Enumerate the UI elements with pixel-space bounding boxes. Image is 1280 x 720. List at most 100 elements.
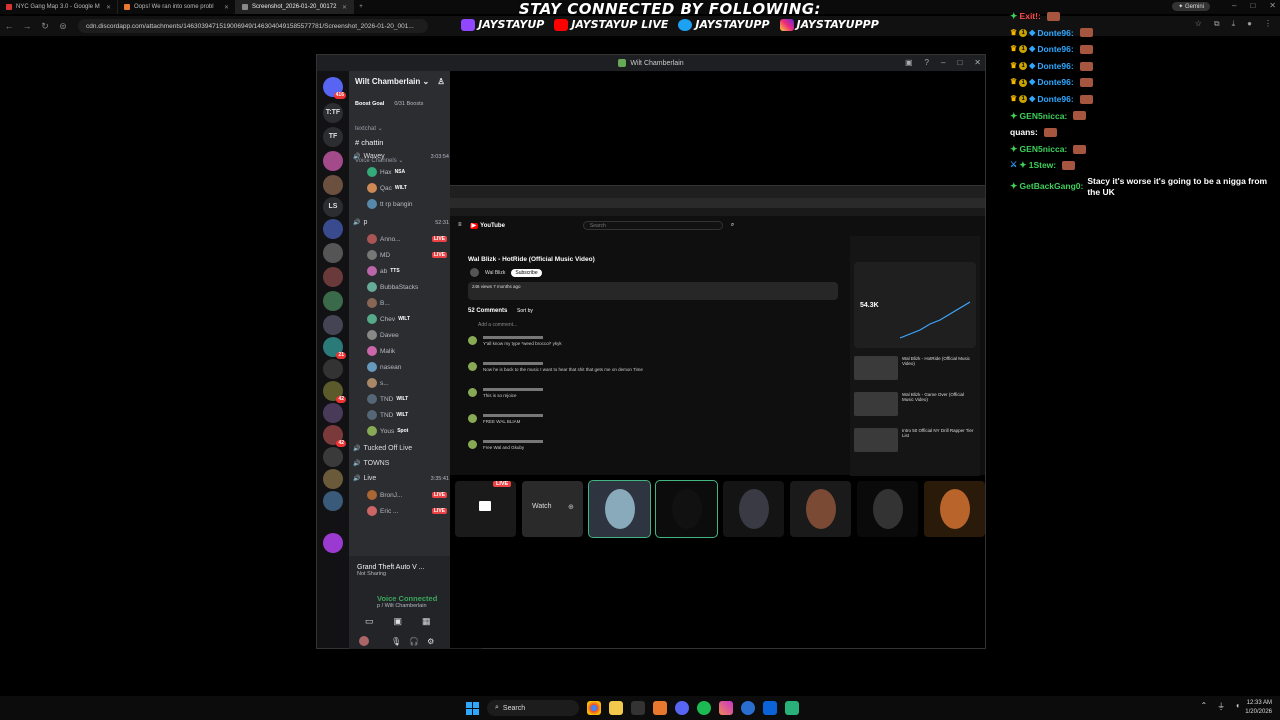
voice-user[interactable]: BubbaStacks xyxy=(367,282,447,292)
network-icon[interactable]: ⏚ xyxy=(1217,701,1225,712)
voice-user[interactable]: TND WILT xyxy=(367,410,447,420)
chevron-up-icon[interactable]: ⌃ xyxy=(1200,701,1207,712)
voice-user[interactable]: ab TTS xyxy=(367,266,447,276)
voice-user[interactable]: B... xyxy=(367,298,447,308)
server-icon[interactable] xyxy=(323,469,343,489)
voice-user[interactable]: Qac WILT xyxy=(367,183,447,193)
voice-user[interactable]: BronJ... LIVE xyxy=(367,490,447,500)
server-icon[interactable] xyxy=(323,491,343,511)
voice-user[interactable]: Malik xyxy=(367,346,447,356)
tile-user[interactable] xyxy=(655,480,718,538)
server-icon[interactable] xyxy=(323,533,343,553)
server-icon[interactable] xyxy=(323,447,343,467)
taskbar-clock[interactable]: 12:33 AM 1/20/2026 xyxy=(1245,699,1272,717)
server-icon[interactable] xyxy=(323,359,343,379)
spotify-icon[interactable] xyxy=(697,701,711,715)
server-icon[interactable]: 42 xyxy=(323,381,346,403)
server-icon[interactable]: 21 xyxy=(323,337,346,359)
activity-status[interactable]: Grand Theft Auto V ... Not Sharing xyxy=(357,564,425,577)
browser-tab-0[interactable]: NYC Gang Map 3.0 - Google M ✕ xyxy=(0,0,118,14)
server-icon[interactable]: 416 xyxy=(323,77,346,99)
maximize-icon[interactable]: □ xyxy=(957,58,962,67)
inbox-icon[interactable]: ▣ xyxy=(905,58,913,67)
text-channel-chattin[interactable]: # chattin xyxy=(355,138,383,147)
close-tab-icon[interactable]: ✕ xyxy=(106,4,111,11)
browser-tab-2[interactable]: Screenshot_2026-01-20_00172 ✕ xyxy=(236,0,354,14)
screen-share-icon[interactable]: ▣ xyxy=(394,616,403,627)
voice-user[interactable]: Chev WILT xyxy=(367,314,447,324)
close-tab-icon[interactable]: ✕ xyxy=(224,4,229,11)
server-icon[interactable]: LS xyxy=(323,197,343,217)
close-icon[interactable]: ✕ xyxy=(974,58,981,67)
camera-icon[interactable]: ▭ xyxy=(365,616,374,627)
server-icon[interactable]: TF xyxy=(323,127,343,147)
activities-icon[interactable]: ▦ xyxy=(422,616,431,627)
photos-icon[interactable] xyxy=(719,701,733,715)
help-icon[interactable]: ? xyxy=(925,58,929,67)
reload-icon[interactable]: ↻ xyxy=(36,21,54,32)
game-icon[interactable] xyxy=(785,701,799,715)
site-info-icon[interactable]: ⊜ xyxy=(54,21,72,32)
minimize-icon[interactable]: – xyxy=(941,58,945,67)
ccleaner-icon[interactable] xyxy=(741,701,755,715)
discord-icon[interactable] xyxy=(675,701,689,715)
voice-connected-panel[interactable]: Voice Connected p / Wilt Chamberlain xyxy=(377,594,437,609)
voice-user[interactable]: MD LIVE xyxy=(367,250,447,260)
server-icon[interactable]: 42 xyxy=(323,425,346,447)
guild-header[interactable]: Wilt Chamberlain ⌄ ♙ xyxy=(355,77,445,86)
server-icon[interactable] xyxy=(323,267,343,287)
voice-user[interactable]: nasean xyxy=(367,362,447,372)
server-icon[interactable] xyxy=(323,219,343,239)
voice-channel[interactable]: 🔊 Wavey 3:03:54 xyxy=(353,153,449,160)
browser-tab-1[interactable]: Oops! We ran into some probl ✕ xyxy=(118,0,236,14)
new-tab-button[interactable]: + xyxy=(354,4,368,10)
tile-user[interactable] xyxy=(857,481,918,537)
forward-icon[interactable]: → xyxy=(18,21,36,31)
server-icon[interactable] xyxy=(323,315,343,335)
text-category[interactable]: textchat ⌄ xyxy=(355,125,383,132)
voice-user[interactable]: tt rp bangin xyxy=(367,199,447,209)
server-icon[interactable]: T:TF xyxy=(323,103,343,123)
url-field[interactable]: cdn.discordapp.com/attachments/146303947… xyxy=(78,19,428,33)
voice-user[interactable]: s... xyxy=(367,378,447,388)
taskbar-search[interactable]: ⌕ Search xyxy=(487,700,579,716)
avatar[interactable] xyxy=(359,636,369,646)
voice-user[interactable]: TND WILT xyxy=(367,394,447,404)
voice-user[interactable]: Anno... LIVE xyxy=(367,234,447,244)
voice-channel[interactable]: 🔊 Live 3:35:41 xyxy=(353,475,449,482)
speaker-icon[interactable]: ◖ xyxy=(1235,701,1240,712)
mail-icon[interactable] xyxy=(763,701,777,715)
server-icon[interactable] xyxy=(323,243,343,263)
headphones-icon[interactable]: 🎧 xyxy=(409,637,419,646)
tile-watch[interactable]: Watch ⊕ xyxy=(522,481,583,537)
voice-user[interactable]: Hax NSA xyxy=(367,167,447,177)
shared-screen[interactable]: ≡ ▶ YouTube Search ⌕ Wal Blizk - HotRide … xyxy=(450,185,985,476)
level-badge-icon: 1 xyxy=(1019,78,1028,87)
tile-own-stream[interactable]: LIVE xyxy=(455,481,516,537)
server-icon[interactable] xyxy=(323,151,343,171)
voice-channel[interactable]: 🔊 Tucked Off Live xyxy=(353,445,449,452)
xbox-icon[interactable] xyxy=(631,701,645,715)
tile-user[interactable] xyxy=(924,481,985,537)
voice-user[interactable]: Yous Spot xyxy=(367,426,447,436)
voice-channel[interactable]: 🔊 TOWNS xyxy=(353,460,449,467)
windows-start-icon[interactable] xyxy=(466,701,479,715)
boost-goal[interactable]: Boost Goal 0/31 Boosts xyxy=(355,101,447,107)
tile-user[interactable] xyxy=(790,481,851,537)
mic-icon[interactable]: 🎙 xyxy=(391,637,401,646)
server-icon[interactable] xyxy=(323,291,343,311)
voice-user[interactable]: Eric ... LIVE xyxy=(367,506,447,516)
chrome-icon[interactable] xyxy=(587,701,601,715)
server-icon[interactable] xyxy=(323,175,343,195)
app-icon[interactable] xyxy=(653,701,667,715)
tile-user[interactable] xyxy=(723,481,784,537)
add-member-icon[interactable]: ♙ xyxy=(437,77,444,86)
back-icon[interactable]: ← xyxy=(0,21,18,31)
close-tab-icon[interactable]: ✕ xyxy=(342,4,347,11)
gear-icon[interactable]: ⚙ xyxy=(427,637,434,646)
tile-user[interactable] xyxy=(588,480,651,538)
server-icon[interactable] xyxy=(323,403,343,423)
voice-user[interactable]: Davee xyxy=(367,330,447,340)
voice-channel[interactable]: 🔊 p 52:31 xyxy=(353,219,449,226)
file-explorer-icon[interactable] xyxy=(609,701,623,715)
